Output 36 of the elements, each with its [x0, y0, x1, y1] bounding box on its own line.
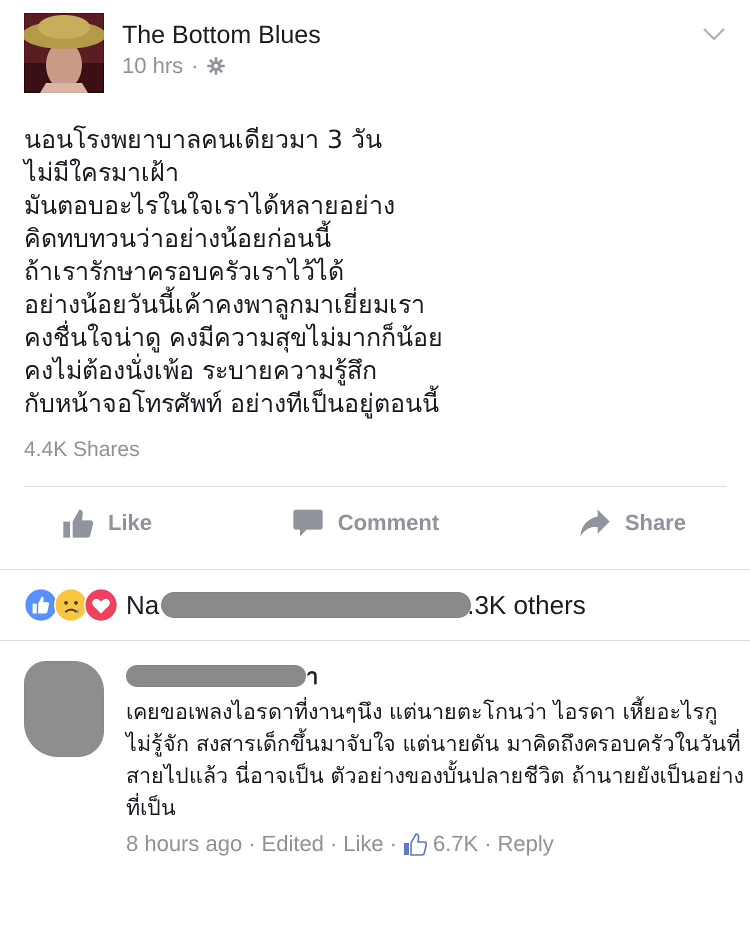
speech-bubble-icon	[292, 507, 324, 539]
comment-button[interactable]: Comment	[292, 507, 440, 539]
post-text-line: มันตอบอะไรในใจเราได้หลายอย่าง	[24, 190, 396, 220]
separator-dot: ·	[191, 53, 198, 79]
like-count: 6.7K	[432, 831, 478, 857]
comment-action-link[interactable]: Edited	[262, 831, 324, 857]
reaction-count[interactable]: .3K others	[467, 590, 586, 620]
post-text-line: นอนโรงพยาบาลคนเดียวมา 3 วัน	[24, 124, 383, 156]
separator-dot: ·	[248, 831, 256, 857]
post-text-line: คงไม่ต้องนั่งเพ้อ ระบายความรู้สึก	[24, 354, 726, 387]
commenter-name[interactable]: า	[306, 658, 318, 694]
post-text-line: อย่างน้อยวันนี้เค้าคงพาลูกมาเยี่ยมเรา	[24, 288, 726, 321]
sad-face-icon	[54, 588, 88, 622]
shares-count[interactable]: 4.4K Shares	[24, 436, 140, 464]
post-text-line: กับหน้าจอโทรศัพท์ อย่างทีเป็นอยู่ตอนนี้	[24, 387, 726, 420]
gear-icon	[206, 56, 226, 76]
separator-dot: ·	[390, 831, 397, 857]
author-name[interactable]: The Bottom Blues	[122, 19, 684, 51]
comment-time: 8 hours ago	[126, 831, 242, 857]
post-text-line: ถ้าเรารักษาครอบครัวเราไว้ได้	[24, 256, 345, 286]
share-button[interactable]: Share	[578, 507, 686, 539]
post-text-line: คงชื่นใจน่าดู คงมีความสุขไม่มากก็น้อย	[24, 321, 726, 354]
like-button[interactable]: Like	[62, 507, 152, 539]
separator-dot: ·	[484, 831, 492, 857]
comment-text: เคยขอเพลงไอรดาที่งานๆนึง แต่นายตะโกนว่า ไอรดา เหี้ยอะไรกูไม่รู้จัก สงสารเด็กขึ้นมาจับใจ แต่นายดัน มาคิดถึงครอบครัวในวันที่สายไปแล้ว นี่อาจเป็น ตัวอย่างของบั้นปลายชีวิต ถ้านายยังเป็นอย่างที่เป็น	[126, 697, 746, 825]
comment-action-link[interactable]: Like	[343, 831, 384, 857]
thumbs-up-icon	[402, 832, 427, 856]
thumbs-up-icon	[24, 588, 58, 622]
reaction-names[interactable]: Na	[126, 590, 160, 620]
post-text-line: คิดทบทวนว่าอย่างน้อยก่อนนี้	[24, 222, 726, 255]
post-time[interactable]: 10 hrs	[122, 53, 184, 79]
post-text-line: ไม่มีใครมาเฝ้า	[24, 157, 180, 189]
thumbs-up-icon	[62, 507, 94, 539]
comment-action-link[interactable]: Reply	[498, 831, 554, 857]
separator-dot: ·	[330, 831, 338, 857]
chevron-down-icon[interactable]	[702, 27, 726, 41]
